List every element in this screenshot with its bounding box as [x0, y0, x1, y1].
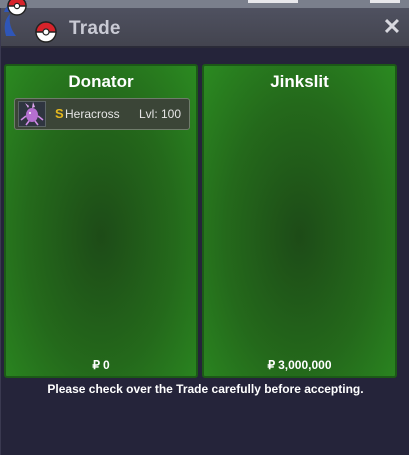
background-sliver [248, 0, 298, 3]
trade-item[interactable]: S Heracross Lvl: 100 [14, 98, 190, 130]
close-icon[interactable]: ✕ [381, 16, 403, 38]
pokeball-logo-icon [4, 0, 57, 43]
pokedollar-icon: ₽ [92, 358, 100, 372]
money-amount-left: 0 [102, 358, 110, 372]
window-title: Trade [69, 18, 121, 39]
money-left: ₽0 [6, 358, 196, 372]
trader-name-right: Jinkslit [270, 72, 329, 91]
heracross-sprite-icon [18, 101, 46, 127]
offer-panel-right: Jinkslit ₽3,000,000 [202, 64, 397, 378]
trade-window: Trade ✕ Donator S Heracross Lvl: 100 ₽0 … [0, 8, 409, 455]
money-right: ₽3,000,000 [204, 358, 395, 372]
shiny-icon: S [55, 106, 64, 121]
trade-notice: Please check over the Trade carefully be… [47, 382, 364, 396]
money-amount-right: 3,000,000 [278, 358, 332, 372]
offer-panel-left: Donator S Heracross Lvl: 100 ₽0 [4, 64, 198, 378]
background-sliver [370, 0, 400, 3]
pokemon-level: Lvl: 100 [139, 107, 182, 121]
pokemon-name: Heracross [65, 107, 120, 121]
pokedollar-icon: ₽ [267, 358, 276, 372]
trader-name-left: Donator [68, 72, 134, 91]
